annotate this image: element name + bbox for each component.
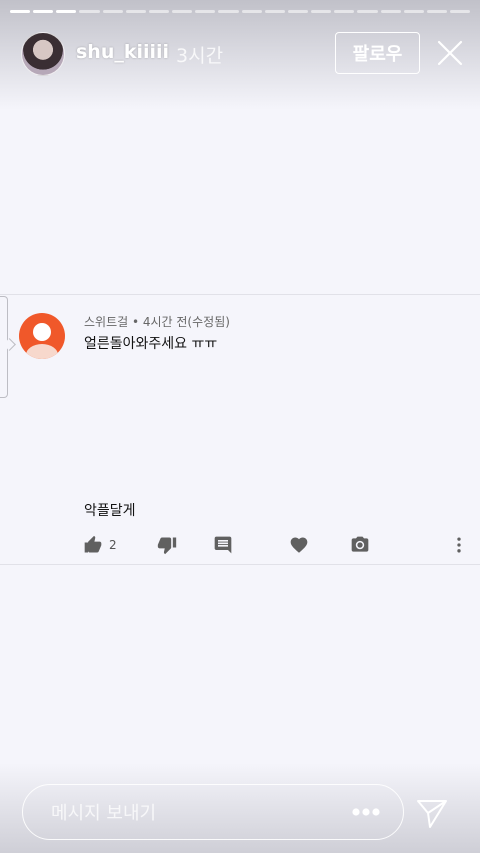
- progress-segment: [311, 10, 332, 13]
- thumb-up-icon[interactable]: [83, 535, 103, 555]
- progress-segment: [287, 10, 309, 13]
- post-time: 3시간: [176, 45, 224, 67]
- heart-icon[interactable]: [289, 535, 309, 555]
- like-count: 2: [109, 538, 117, 552]
- progress-segment: [380, 10, 401, 13]
- progress-segment: [334, 10, 355, 13]
- message-placeholder: 메시지 보내기: [51, 803, 157, 824]
- progress-segment: [33, 10, 54, 13]
- progress-segment: [10, 10, 31, 13]
- story-progress-bar: [10, 10, 471, 13]
- comment-bottom-divider: [0, 564, 480, 565]
- progress-segment: [403, 10, 424, 13]
- progress-segment: [102, 10, 123, 13]
- comment-meta: 스위트걸 • 4시간 전(수정됨): [84, 315, 230, 329]
- progress-segment: [125, 10, 146, 13]
- avatar[interactable]: [21, 32, 65, 76]
- progress-segment: [264, 10, 285, 13]
- story-screen: shu_kiiiii 3시간 팔로우 스위트걸 • 4시간 전(수정됨) 얼른돌…: [0, 0, 480, 853]
- more-horiz-icon[interactable]: [351, 802, 381, 822]
- progress-segment: [172, 10, 193, 13]
- comment-top-divider: [0, 294, 480, 295]
- progress-segment: [241, 10, 262, 13]
- progress-segment: [195, 10, 216, 13]
- send-icon[interactable]: [416, 797, 448, 829]
- reply-icon[interactable]: [213, 535, 233, 555]
- commenter-avatar: [19, 313, 65, 359]
- comment-text-extra: 악플달게: [84, 503, 136, 519]
- thumb-down-icon[interactable]: [157, 535, 177, 555]
- progress-segment: [218, 10, 239, 13]
- follow-button[interactable]: 팔로우: [335, 32, 420, 74]
- progress-segment: [79, 10, 100, 13]
- camera-icon[interactable]: [350, 535, 370, 555]
- progress-segment: [56, 10, 77, 13]
- default-user-icon: [26, 323, 58, 359]
- progress-segment: [449, 10, 471, 13]
- more-vert-icon[interactable]: [449, 535, 469, 555]
- close-icon[interactable]: [436, 39, 464, 67]
- comment-text: 얼른돌아와주세요 ㅠㅠ: [84, 336, 218, 352]
- progress-segment: [357, 10, 378, 13]
- progress-segment: [148, 10, 170, 13]
- progress-segment: [426, 10, 447, 13]
- username[interactable]: shu_kiiiii: [76, 41, 169, 63]
- message-input[interactable]: 메시지 보내기: [22, 784, 404, 840]
